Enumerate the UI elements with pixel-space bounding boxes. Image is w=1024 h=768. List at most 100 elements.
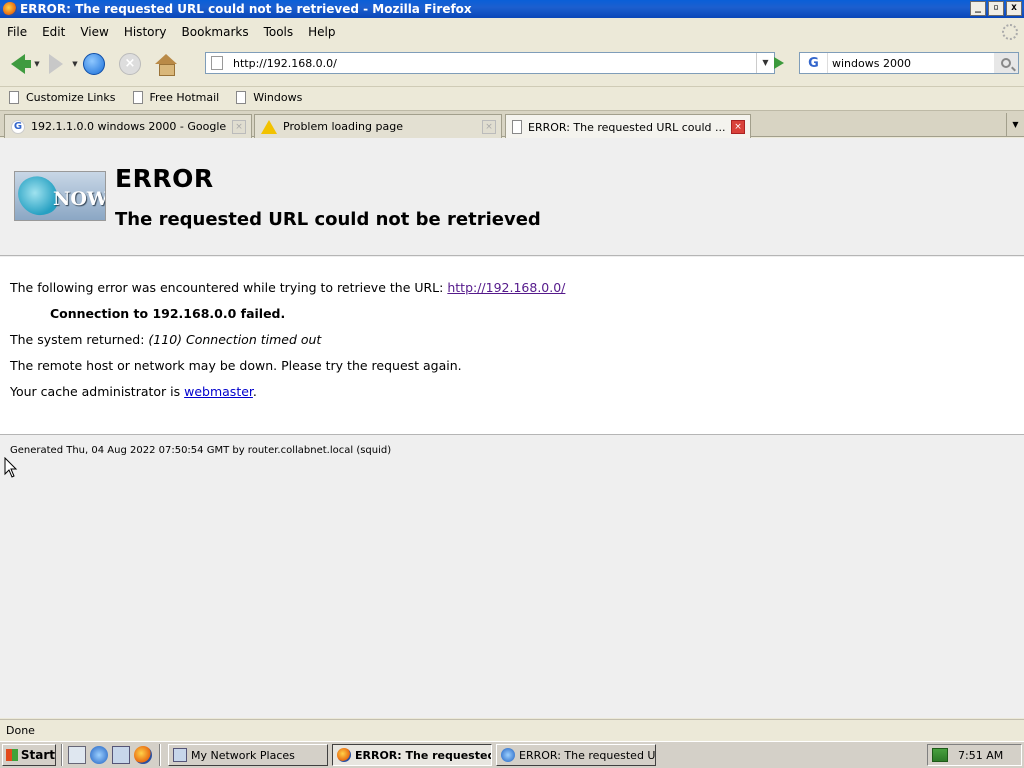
tab-label: 192.1.1.0.0 windows 2000 - Google S... <box>31 120 227 133</box>
page-content: NOW ERROR The requested URL could not be… <box>0 138 1024 718</box>
logo-text: NOW <box>53 188 106 210</box>
bookmark-free-hotmail[interactable]: Free Hotmail <box>132 91 220 104</box>
page-icon <box>211 56 223 70</box>
window-title: ERROR: The requested URL could not be re… <box>20 2 472 16</box>
back-history-dropdown[interactable]: ▼ <box>32 50 42 78</box>
google-icon: G <box>11 119 25 134</box>
window-titlebar[interactable]: ERROR: The requested URL could not be re… <box>0 0 1024 18</box>
reload-icon <box>83 53 105 75</box>
search-input[interactable] <box>828 56 994 70</box>
reload-button[interactable] <box>80 50 108 78</box>
menu-bookmarks[interactable]: Bookmarks <box>175 25 257 39</box>
task-label: ERROR: The requested... <box>355 748 491 762</box>
error-header: NOW ERROR The requested URL could not be… <box>0 138 1024 256</box>
search-engine-selector[interactable]: G <box>800 53 828 73</box>
network-places-icon <box>173 748 187 762</box>
page-title: ERROR <box>115 164 214 193</box>
requested-url-link[interactable]: http://192.168.0.0/ <box>447 280 565 295</box>
menu-edit[interactable]: Edit <box>35 25 73 39</box>
clock: 7:51 AM <box>958 748 1004 762</box>
bookmarks-toolbar: Customize Links Free Hotmail Windows <box>0 86 1024 108</box>
internet-explorer-icon[interactable] <box>90 746 108 764</box>
tab-close-icon[interactable]: × <box>731 120 745 134</box>
warning-icon <box>261 119 277 134</box>
quicklaunch-separator <box>159 744 161 766</box>
go-arrow-icon <box>774 57 784 69</box>
menu-help[interactable]: Help <box>301 25 343 39</box>
forward-history-dropdown[interactable]: ▼ <box>70 50 80 78</box>
search-button[interactable] <box>994 53 1018 73</box>
maximize-button[interactable]: ▫ <box>988 1 1004 16</box>
error-line-text: The following error was encountered whil… <box>10 280 448 295</box>
tab-list-dropdown[interactable]: ▼ <box>1006 113 1024 137</box>
bookmark-page-icon <box>9 91 19 104</box>
cache-admin-suffix: . <box>252 384 257 399</box>
throbber-icon <box>1002 24 1018 40</box>
tab-close-icon[interactable]: × <box>232 119 246 134</box>
start-button[interactable]: Start <box>2 744 56 766</box>
bookmark-page-icon <box>236 91 247 104</box>
network-connections-icon[interactable] <box>112 746 130 764</box>
search-bar[interactable]: G <box>799 52 1019 74</box>
start-label: Start <box>20 748 55 762</box>
url-input[interactable] <box>233 56 756 70</box>
firefox-quicklaunch-icon[interactable] <box>134 746 152 764</box>
system-returned-line: The system returned: (110) Connection ti… <box>10 332 321 347</box>
cache-admin-label: Your cache administrator is <box>10 384 185 399</box>
search-icon <box>1001 58 1011 68</box>
tab-google-search[interactable]: G 192.1.1.0.0 windows 2000 - Google S...… <box>4 114 252 138</box>
show-desktop-icon[interactable] <box>68 746 86 764</box>
bookmark-label: Free Hotmail <box>149 91 220 104</box>
home-button[interactable] <box>152 50 180 78</box>
tab-error-page[interactable]: ERROR: The requested URL could ... × <box>505 114 751 139</box>
task-ie-error[interactable]: ERROR: The requested U... <box>496 744 656 766</box>
status-text: Done <box>6 724 35 737</box>
taskbar: Start My Network Places ERROR: The reque… <box>0 741 1024 768</box>
forward-button[interactable] <box>42 50 70 78</box>
task-label: ERROR: The requested U... <box>519 748 656 762</box>
window-controls: _ ▫ x <box>970 1 1022 16</box>
task-firefox-error[interactable]: ERROR: The requested... <box>332 744 492 766</box>
firefox-icon <box>3 2 17 16</box>
page-subtitle: The requested URL could not be retrieved <box>115 209 541 230</box>
connection-failed-text: Connection to 192.168.0.0 failed. <box>50 306 286 321</box>
bookmark-label: Customize Links <box>26 91 116 104</box>
network-status-icon[interactable] <box>932 748 948 762</box>
page-icon <box>512 120 522 134</box>
bookmark-windows[interactable]: Windows <box>236 91 302 104</box>
tab-label: Problem loading page <box>283 120 403 133</box>
error-body: The following error was encountered whil… <box>0 257 1024 435</box>
menu-history[interactable]: History <box>117 25 175 39</box>
minimize-button[interactable]: _ <box>970 1 986 16</box>
task-my-network-places[interactable]: My Network Places <box>168 744 328 766</box>
stop-button[interactable]: × <box>116 50 144 78</box>
bookmark-page-icon <box>132 91 143 104</box>
bookmark-label: Windows <box>253 91 303 104</box>
webmaster-link[interactable]: webmaster <box>184 384 253 399</box>
stop-icon: × <box>119 53 141 75</box>
tab-close-icon[interactable]: × <box>482 119 496 134</box>
system-tray: 7:51 AM <box>927 744 1022 766</box>
tab-problem-loading[interactable]: Problem loading page × <box>254 114 502 138</box>
menu-view[interactable]: View <box>73 25 116 39</box>
back-button[interactable] <box>4 50 32 78</box>
task-label: My Network Places <box>191 748 295 762</box>
go-button[interactable] <box>768 52 790 74</box>
system-returned-label: The system returned: <box>10 332 149 347</box>
system-error-message: (110) Connection timed out <box>148 332 322 347</box>
close-button[interactable]: x <box>1006 1 1022 16</box>
windows-logo-icon <box>6 749 18 761</box>
menu-file[interactable]: File <box>0 25 35 39</box>
bookmark-customize-links[interactable]: Customize Links <box>9 91 116 104</box>
back-arrow-icon <box>11 54 31 74</box>
firefox-icon <box>337 748 351 762</box>
internet-explorer-icon <box>501 748 515 762</box>
url-bar[interactable]: ▼ <box>205 52 775 74</box>
navigation-toolbar: ▼ ▼ × ▼ G <box>0 46 1024 82</box>
mouse-cursor-icon <box>4 456 18 482</box>
squid-now-logo: NOW <box>14 171 106 221</box>
status-bar: Done <box>0 719 1024 741</box>
quicklaunch-separator <box>61 744 63 766</box>
menu-bar: File Edit View History Bookmarks Tools H… <box>0 21 1024 43</box>
menu-tools[interactable]: Tools <box>257 25 302 39</box>
